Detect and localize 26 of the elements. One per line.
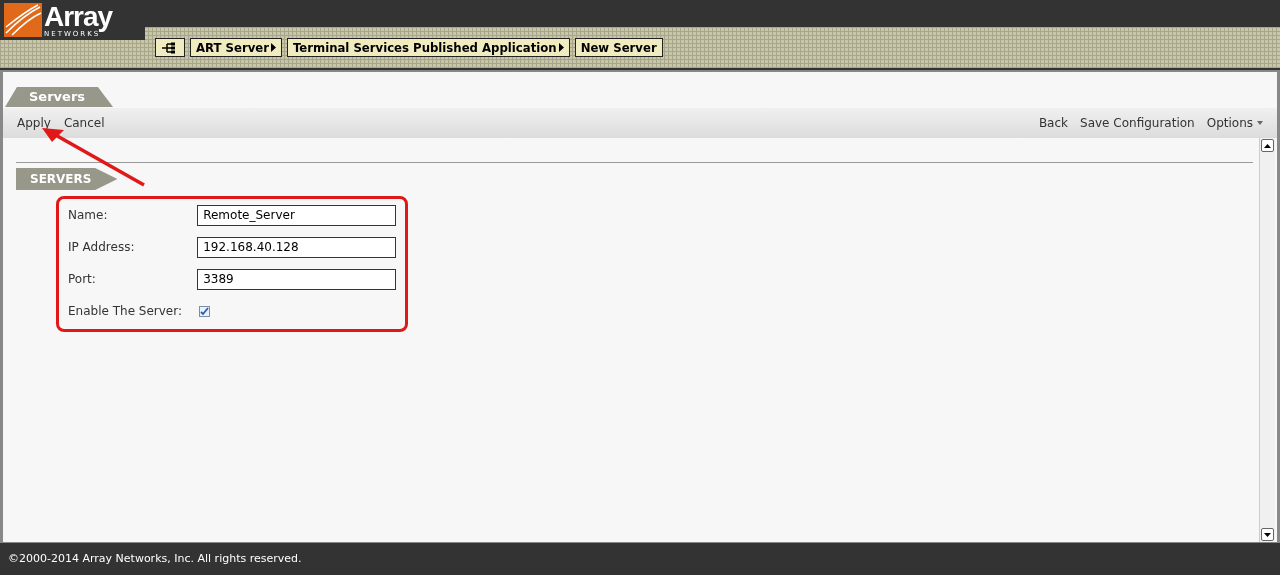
caret-icon: [558, 43, 564, 52]
field-label: Enable The Server:: [68, 303, 183, 320]
logo-name: Array: [44, 2, 113, 31]
input-field[interactable]: 192.168.40.128: [197, 236, 396, 258]
breadcrumb-link[interactable]: New Server: [574, 38, 663, 57]
field-label: IP Address:: [68, 239, 136, 256]
breadcrumb-link[interactable]: Terminal Services Published Application: [287, 38, 570, 57]
scroll-up-icon[interactable]: [1261, 139, 1274, 152]
caret-icon: [1257, 121, 1263, 125]
toolbar-link[interactable]: Apply: [17, 114, 51, 132]
input-field[interactable]: 3389: [197, 268, 396, 290]
scrollbar[interactable]: [1259, 138, 1275, 542]
copyright-text: ©2000-2014 Array Networks, Inc. All rights reserved.: [8, 550, 302, 567]
scroll-down-icon[interactable]: [1261, 528, 1274, 541]
toolbar-link[interactable]: Options: [1206, 114, 1263, 132]
checkbox[interactable]: [199, 305, 210, 317]
breadcrumb-link[interactable]: ART Server: [190, 38, 282, 57]
input-field[interactable]: Remote_Server: [197, 204, 396, 226]
field-label: Name:: [68, 207, 109, 224]
caret-icon: [271, 43, 276, 52]
field-label: Port:: [68, 271, 97, 288]
toolbar-link[interactable]: Back: [1038, 114, 1069, 132]
logo-icon: [4, 3, 42, 37]
sitemap-icon[interactable]: [155, 38, 185, 57]
toolbar-link[interactable]: Cancel: [63, 114, 105, 132]
toolbar-link[interactable]: Save Configuration: [1080, 114, 1195, 132]
